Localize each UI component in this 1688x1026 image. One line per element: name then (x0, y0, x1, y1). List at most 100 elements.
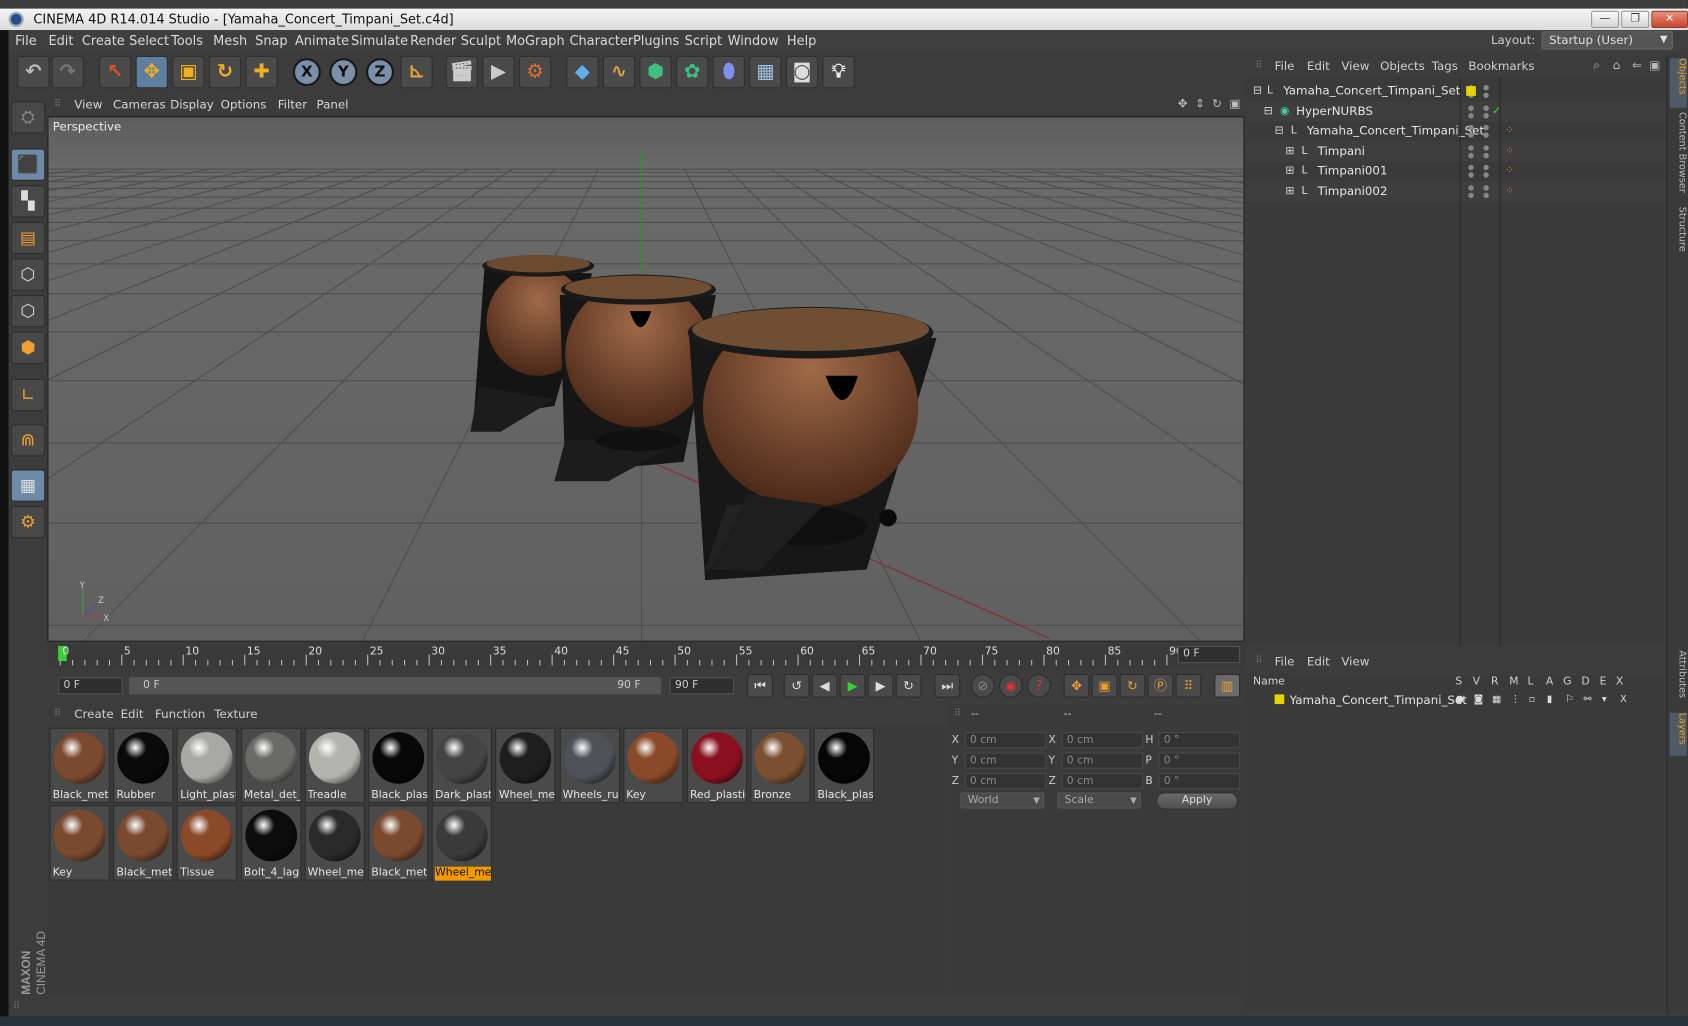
material-menu-function[interactable]: Function (155, 707, 205, 721)
viewport-menu-display[interactable]: Display (170, 98, 214, 112)
objects-menu-edit[interactable]: Edit (1307, 59, 1330, 73)
material-swatch[interactable]: Metal_det_ (240, 727, 301, 804)
tweak-mode-button[interactable]: ⋒ (10, 424, 46, 457)
play-button[interactable]: ▶ (839, 673, 866, 698)
coordinate-value-field[interactable]: 0 ° (1158, 732, 1241, 749)
add-array-button[interactable]: ✿ (676, 55, 709, 89)
grip-icon[interactable]: ⠿ (1255, 60, 1262, 71)
editor-visibility-dot[interactable] (1468, 145, 1474, 151)
coordinate-value-field[interactable]: 0 cm (1061, 772, 1144, 790)
apply-button[interactable]: Apply (1156, 792, 1238, 810)
layer-column-header[interactable]: E (1600, 676, 1607, 688)
menu-character[interactable]: Character (569, 33, 633, 48)
add-floor-button[interactable]: ▦ (749, 55, 782, 89)
objects-menu-bookmarks[interactable]: Bookmarks (1468, 59, 1534, 73)
coordinate-value-field[interactable]: 0 cm (1061, 752, 1144, 769)
layout-dropdown[interactable]: Startup (User) ▼ (1541, 31, 1673, 50)
add-camera-button[interactable]: ◙ (785, 55, 819, 89)
editor-visibility-dot[interactable] (1468, 105, 1474, 111)
object-tree-item[interactable]: ⊞ L Timpani001 ⁘ (1247, 161, 1667, 181)
enable-dot[interactable] (1483, 92, 1489, 98)
material-swatch[interactable]: Wheel_met (304, 805, 365, 881)
viewport-menu-cameras[interactable]: Cameras (113, 98, 166, 112)
material-swatch[interactable]: Black_plast (368, 727, 429, 804)
add-spline-button[interactable]: ∿ (602, 55, 636, 89)
add-deformer-button[interactable]: ⬮ (712, 55, 745, 89)
material-swatch[interactable]: Tissue (176, 805, 238, 881)
animation-icon[interactable]: ▮ (1547, 694, 1560, 706)
coordinate-space-dropdown[interactable]: World ▼ (960, 792, 1045, 809)
viewport-menu-panel[interactable]: Panel (316, 98, 348, 112)
close-button[interactable]: ✕ (1651, 10, 1688, 28)
prev-key-button[interactable]: ↺ (783, 673, 810, 698)
viewport-pan-icon[interactable]: ✥ (1178, 97, 1188, 111)
material-swatch[interactable]: Key (623, 727, 684, 804)
render-visibility-dot[interactable] (1468, 172, 1474, 179)
editor-visibility-dot[interactable] (1468, 185, 1474, 191)
layer-dot[interactable] (1483, 145, 1489, 151)
render-settings-button[interactable]: ⚙ (518, 55, 552, 89)
enable-dot[interactable] (1483, 132, 1489, 139)
phong-tag-icon[interactable]: ⁘ (1505, 145, 1518, 157)
viewport-menu-view[interactable]: View (74, 98, 102, 112)
maximize-button[interactable]: ❐ (1621, 10, 1650, 28)
material-swatch[interactable]: Black_meta (113, 805, 174, 881)
menu-render[interactable]: Render (410, 33, 456, 48)
layer-column-header[interactable]: A (1546, 676, 1553, 688)
viewport-menu-options[interactable]: Options (221, 98, 267, 112)
menu-window[interactable]: Window (728, 33, 779, 48)
frame-ruler[interactable]: 0 5 10 15 20 25 30 35 40 45 50 55 60 65 70 75 80 85 90 (56, 645, 1183, 668)
move-tool-button[interactable]: ✥ (135, 55, 168, 89)
end-frame-field[interactable]: 90 F (669, 677, 735, 695)
redo-button[interactable]: ↷ (51, 55, 84, 89)
keyframe-selection-button[interactable]: ? (1026, 673, 1051, 698)
add-light-button[interactable]: 💡︎ (822, 55, 855, 89)
add-cube-button[interactable]: ◆ (566, 55, 599, 89)
object-tree-item[interactable]: ⊟ L Yamaha_Concert_Timpani_Set (1247, 81, 1667, 101)
layer-dot[interactable] (1483, 125, 1489, 131)
viewport-zoom-icon[interactable]: ⇕ (1195, 97, 1205, 111)
key-pla-button[interactable]: ⠿ (1175, 673, 1202, 698)
scale-tool-button[interactable]: ▣ (172, 55, 205, 89)
live-selection-button[interactable]: ↖ (99, 55, 132, 89)
layer-dot[interactable] (1483, 185, 1489, 191)
add-nurbs-button[interactable]: ⬢ (639, 55, 672, 89)
expand-toggle-icon[interactable]: ⊞ (1285, 165, 1298, 177)
material-swatch[interactable]: Key (49, 805, 110, 881)
search-icon[interactable]: ⌕ (1593, 58, 1600, 73)
timeline-button[interactable]: ▥ (1214, 673, 1241, 698)
material-swatch[interactable]: Treadle (304, 727, 365, 804)
material-swatch[interactable]: Black_meta (49, 727, 110, 804)
model-mode-button[interactable]: ⬛ (10, 148, 46, 181)
key-position-button[interactable]: ✥ (1063, 673, 1090, 698)
start-frame-field[interactable]: 0 F (58, 677, 123, 695)
layer-row[interactable]: Yamaha_Concert_Timpani_Set ● ◙ ▦ ⋮ ▫ ▮ ⚐ ⚯ ▾ X (1247, 690, 1667, 710)
coordinate-value-field[interactable]: 0 cm (964, 732, 1047, 749)
grip-icon[interactable]: ⠿ (54, 708, 61, 719)
menu-select[interactable]: Select (129, 33, 169, 48)
objects-menu-tags[interactable]: Tags (1432, 59, 1458, 73)
viewport-maximize-icon[interactable]: ▣ (1229, 97, 1240, 111)
material-swatch[interactable]: Rubber (113, 727, 174, 804)
grip-icon[interactable]: ⠿ (54, 99, 61, 110)
render-visibility-dot[interactable] (1468, 152, 1474, 159)
tab-layers[interactable]: Layers (1669, 712, 1687, 756)
make-editable-button[interactable]: ⛭ (10, 101, 46, 134)
enable-dot[interactable] (1483, 172, 1489, 179)
go-to-start-button[interactable]: ⏮ (747, 673, 773, 698)
recent-tool-button[interactable]: ✚ (245, 55, 278, 89)
coordinate-system-button[interactable]: ⊾ (400, 55, 433, 89)
coordinate-value-field[interactable]: 0 ° (1158, 752, 1241, 769)
viewport-rotate-icon[interactable]: ↻ (1212, 97, 1222, 111)
tab-structure[interactable]: Structure (1670, 207, 1687, 265)
material-swatch[interactable]: Black_meta (368, 805, 429, 881)
grip-icon[interactable]: ⠿ (1255, 656, 1262, 667)
layer-column-header[interactable]: D (1581, 676, 1589, 688)
prev-frame-button[interactable]: ◀ (811, 673, 838, 698)
layer-column-header[interactable]: X (1616, 676, 1623, 688)
editor-visibility-dot[interactable] (1468, 165, 1474, 171)
texture-mode-button[interactable]: ▚ (10, 185, 46, 218)
minimize-button[interactable]: — (1591, 10, 1620, 28)
layer-column-header[interactable]: S (1455, 676, 1462, 688)
menu-create[interactable]: Create (82, 33, 125, 48)
